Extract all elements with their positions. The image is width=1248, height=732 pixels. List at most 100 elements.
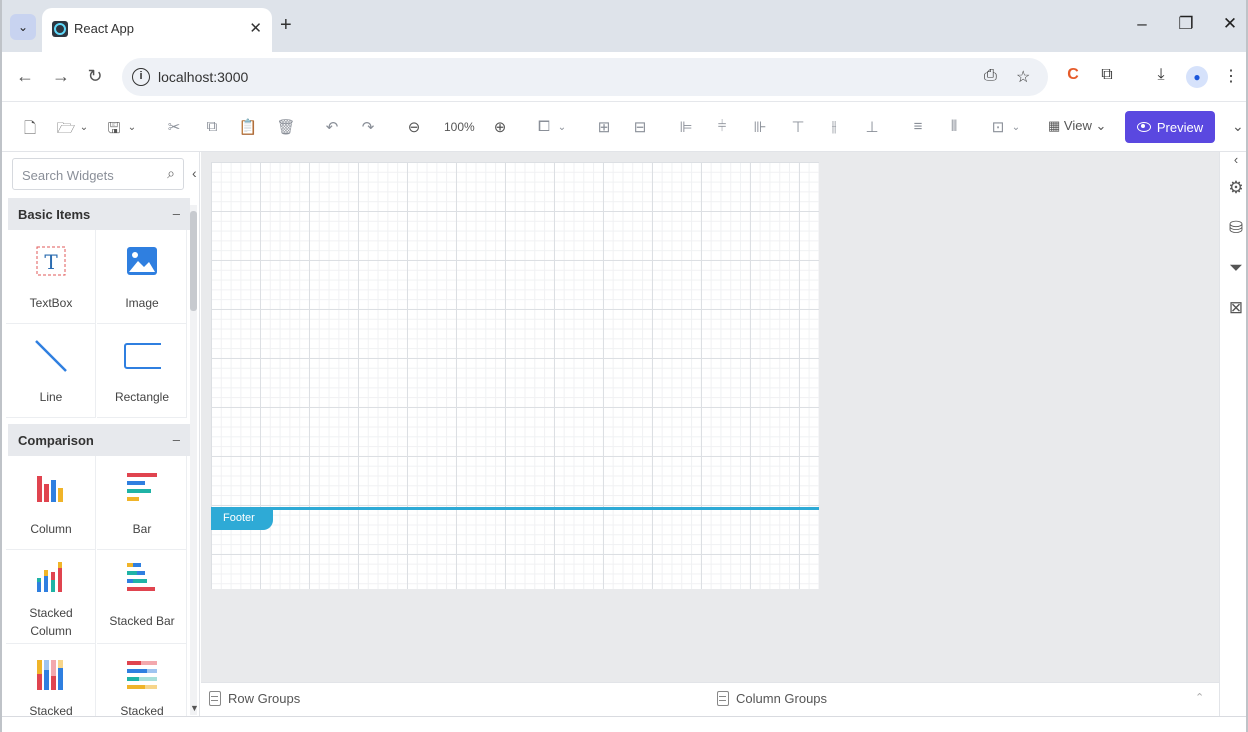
collapse-icon[interactable]: –	[173, 432, 180, 447]
kebab-menu-icon[interactable]: ⋮	[1220, 66, 1242, 86]
delete-icon[interactable]: 🗑	[276, 118, 296, 136]
filter-icon[interactable]: ⏷	[1226, 258, 1246, 278]
collapse-icon[interactable]: –	[173, 206, 180, 221]
widget-column-chart[interactable]: Column	[6, 456, 96, 550]
chevron-down-icon[interactable]: ⌄	[74, 122, 94, 133]
view-label: View	[1063, 118, 1092, 133]
tab-search-button[interactable]: ⌄	[10, 14, 36, 40]
align-right-icon[interactable]: ⊪	[750, 118, 770, 136]
widget-stacked-column-100-chart[interactable]: Stacked	[6, 644, 96, 718]
align-top-icon[interactable]: ⊤	[788, 118, 808, 136]
distribute-horizontal-icon[interactable]: ⦀	[944, 118, 964, 135]
copy-icon[interactable]: ⧉	[202, 118, 222, 135]
zoom-level[interactable]: 100%	[444, 120, 475, 134]
svg-text:T: T	[44, 250, 58, 274]
star-icon[interactable]: ☆	[1016, 67, 1030, 87]
preview-label: Preview	[1156, 119, 1204, 135]
align-middle-icon[interactable]: ⫲	[824, 118, 844, 135]
url-input[interactable]: i localhost:3000 ⎙ ☆	[122, 58, 1048, 96]
install-icon[interactable]: ⎙	[984, 67, 997, 85]
widget-rectangle[interactable]: Rectangle	[97, 324, 187, 418]
widget-label: Stacked Bar	[109, 614, 175, 628]
panel-scrollbar[interactable]	[190, 205, 197, 715]
textbox-icon: T	[36, 246, 66, 276]
extension-icon[interactable]: ⧉	[1096, 66, 1118, 84]
search-icon: ⌕	[167, 165, 175, 181]
view-dropdown[interactable]: ▦ View ⌄	[1048, 118, 1106, 134]
minimize-button[interactable]: –	[1130, 14, 1154, 34]
widget-panel: Search Widgets ⌕ Basic Items – T TextBox…	[4, 152, 200, 718]
merge-cells-icon[interactable]: ⊞	[594, 118, 614, 136]
widget-textbox[interactable]: T TextBox	[6, 230, 96, 324]
widget-label: Line	[39, 390, 63, 404]
search-widgets-input[interactable]: Search Widgets ⌕	[12, 158, 184, 190]
size-icon[interactable]: ⊡	[988, 118, 1008, 136]
new-file-icon[interactable]: 🗋	[20, 118, 40, 143]
chevron-left-icon[interactable]: ‹	[1226, 152, 1246, 167]
widget-stacked-bar-100-chart[interactable]: Stacked	[97, 644, 187, 718]
scrollbar-thumb[interactable]	[190, 211, 197, 311]
profile-icon[interactable]: ●	[1186, 66, 1208, 88]
collapse-panel-icon[interactable]: ‹	[192, 165, 197, 181]
restore-button[interactable]: ❐	[1174, 14, 1198, 34]
open-folder-icon[interactable]: 🗁	[56, 118, 76, 143]
close-window-button[interactable]: ✕	[1218, 14, 1242, 34]
column-groups-label[interactable]: Column Groups	[736, 691, 827, 706]
forward-arrow-icon[interactable]: →	[50, 66, 72, 87]
widget-bar-chart[interactable]: Bar	[97, 456, 187, 550]
align-center-icon[interactable]: ⫩	[712, 118, 732, 135]
expand-up-icon[interactable]: ⌃	[1195, 691, 1204, 704]
category-comparison[interactable]: Comparison –	[8, 424, 190, 456]
widget-stacked-column-chart[interactable]: Stacked Column	[6, 550, 96, 644]
view-icon: ▦	[1048, 118, 1064, 133]
info-icon[interactable]: i	[132, 68, 150, 86]
align-left-icon[interactable]: ⊫	[676, 118, 696, 136]
line-icon	[35, 340, 67, 372]
app-window: ⌄ React App ✕ + – ❐ ✕ ← → ↻ i localhost:…	[0, 0, 1248, 732]
arrange-icon[interactable]: ⧠	[534, 118, 554, 135]
category-basic-items[interactable]: Basic Items –	[8, 198, 190, 230]
react-favicon-icon	[52, 21, 68, 37]
widget-label: Column	[30, 522, 72, 536]
distribute-vertical-icon[interactable]: ≡	[908, 118, 928, 135]
paste-icon[interactable]: 📋	[238, 118, 258, 136]
chevron-down-icon[interactable]: ⌄	[1006, 122, 1026, 133]
widget-line[interactable]: Line	[6, 324, 96, 418]
zoom-in-icon[interactable]: ⊕	[490, 118, 510, 136]
image-settings-icon[interactable]: ⊠	[1226, 298, 1246, 318]
database-icon[interactable]: ⛁	[1226, 218, 1246, 238]
zoom-out-icon[interactable]: ⊖	[404, 118, 424, 136]
preview-button[interactable]: Preview	[1125, 111, 1215, 143]
new-tab-button[interactable]: +	[280, 14, 292, 36]
split-cells-icon[interactable]: ⊟	[630, 118, 650, 136]
chevron-down-icon[interactable]: ⌄	[122, 122, 142, 133]
stacked-column-100-icon	[37, 660, 63, 690]
undo-icon[interactable]: ↶	[322, 118, 342, 136]
download-icon[interactable]: ⤓	[1150, 66, 1172, 84]
cut-icon[interactable]: ✂	[164, 118, 184, 136]
widget-label: Stacked	[29, 606, 73, 620]
back-arrow-icon[interactable]: ←	[14, 66, 36, 87]
align-bottom-icon[interactable]: ⊥	[862, 118, 882, 136]
extension-ci-icon[interactable]: C	[1062, 66, 1084, 84]
category-label: Basic Items	[18, 207, 91, 222]
chevron-down-icon[interactable]: ⌄	[552, 122, 572, 133]
save-icon[interactable]: 🖫	[104, 118, 124, 143]
report-design-surface[interactable]	[211, 162, 819, 589]
browser-tab[interactable]: React App ✕	[42, 8, 272, 52]
redo-icon[interactable]: ↷	[358, 118, 378, 136]
widget-stacked-bar-chart[interactable]: Stacked Bar	[97, 550, 187, 644]
footer-section-tag[interactable]: Footer	[211, 509, 273, 530]
chevron-down-icon: ⌄	[1091, 118, 1107, 133]
image-icon	[127, 247, 157, 275]
groups-bar: Row Groups Column Groups ⌃	[201, 682, 1219, 714]
gear-icon[interactable]: ⚙	[1226, 178, 1246, 198]
chevron-down-icon[interactable]: ⌄	[1232, 118, 1244, 135]
scroll-down-icon[interactable]: ▼	[190, 703, 199, 713]
reload-icon[interactable]: ↻	[84, 66, 106, 87]
tab-close-button[interactable]: ✕	[249, 19, 262, 37]
chevron-down-icon: ⌄	[17, 20, 29, 34]
row-groups-label[interactable]: Row Groups	[228, 691, 300, 706]
widget-image[interactable]: Image	[97, 230, 187, 324]
footer-divider[interactable]	[211, 507, 819, 510]
